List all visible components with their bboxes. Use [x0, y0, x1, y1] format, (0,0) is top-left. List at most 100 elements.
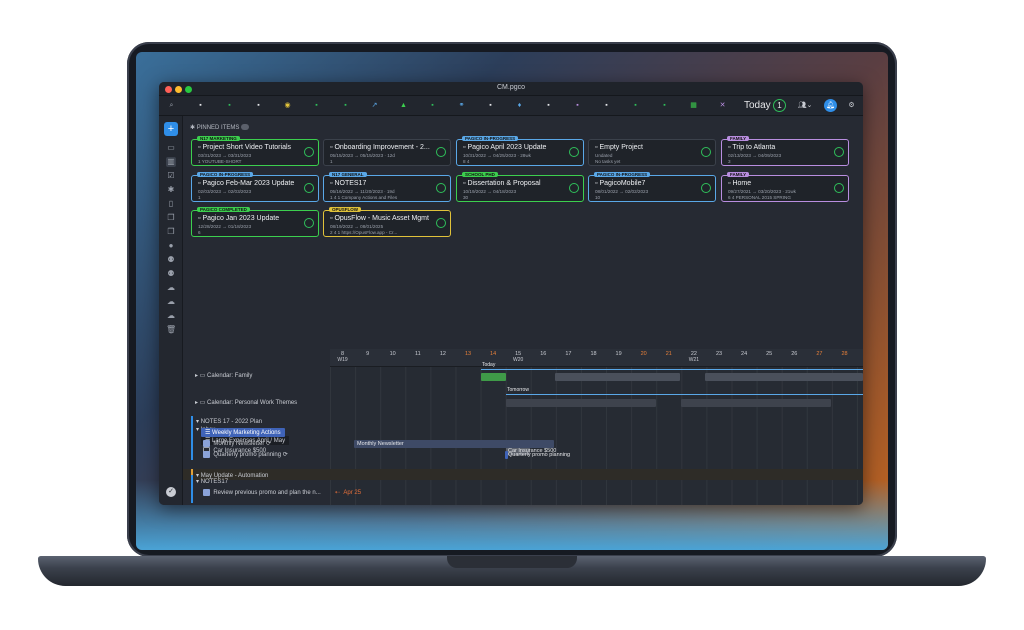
bell-icon[interactable]: 🔔︎: [824, 99, 837, 112]
document-icon[interactable]: ▪: [486, 101, 495, 110]
people-icon[interactable]: 👥︎⌄: [797, 101, 813, 110]
pinned-items-label: ✱ PINNED ITEMS: [190, 124, 250, 131]
inbox-icon[interactable]: ▭: [166, 143, 176, 153]
calendar-day-header[interactable]: 21: [656, 351, 681, 357]
document-icon[interactable]: ▪: [254, 101, 263, 110]
document-icon[interactable]: ▪: [544, 101, 553, 110]
grid-icon[interactable]: ▦: [689, 101, 698, 110]
chart-icon[interactable]: ↗: [370, 101, 379, 110]
event-bar[interactable]: [506, 399, 656, 407]
calendar-day-header[interactable]: 20: [631, 351, 656, 357]
card-dates: 08/19/2022 → 08/01/2025: [330, 224, 384, 229]
green-document-icon[interactable]: ▪: [312, 101, 321, 110]
add-button[interactable]: +: [164, 122, 178, 136]
row-large-expenses[interactable]: ☰ Large Expenses April / May: [201, 436, 290, 445]
green-document-icon[interactable]: ▪: [225, 101, 234, 110]
calendar-day-header[interactable]: 17: [556, 351, 581, 357]
progress-ring-icon: [701, 183, 711, 193]
event-bar[interactable]: [705, 373, 863, 381]
calendar-day-header[interactable]: 16: [531, 351, 556, 357]
person-icon[interactable]: ●: [166, 241, 176, 251]
card-meta: 3: [728, 159, 731, 164]
group-icon[interactable]: ⚉: [166, 269, 176, 279]
green-document-icon[interactable]: ▪: [631, 101, 640, 110]
row-car-insurance[interactable]: Car Insurance $500: [203, 447, 266, 454]
today-button[interactable]: Today: [744, 100, 771, 111]
cloud-icon[interactable]: ☁: [166, 311, 176, 321]
calendar-day-header[interactable]: 22 W21: [681, 351, 706, 363]
calendar-day-header[interactable]: 23: [707, 351, 732, 357]
search-icon[interactable]: ⌕: [167, 101, 176, 110]
toolbar: ⌕ ▪ ▪ ▪ ◉ ▪ ▪ ↗ ▲ ▪ ⚭ ▪ ♦ ▪ ▪ ▪ ▪ ▪ ▦ ✕ …: [159, 96, 863, 116]
gear-icon[interactable]: ⚙: [847, 101, 856, 110]
calendar-day-header[interactable]: 24: [732, 351, 757, 357]
pinned-card[interactable]: FAMILY ▫ Home 09/27/2021 → 03/20/2023 · 21…: [721, 172, 849, 202]
calendar-day-header[interactable]: 26: [782, 351, 807, 357]
window-title: CM.pgco: [496, 84, 525, 91]
calendar-day-header[interactable]: 11: [405, 351, 430, 357]
event-bar[interactable]: [555, 373, 680, 381]
green-document-icon[interactable]: ▪: [660, 101, 669, 110]
pinned-card[interactable]: SCHOOL PHD ▫ Dissertation & Proposal 10/19…: [456, 172, 584, 202]
cloud-icon[interactable]: ☁: [166, 283, 176, 293]
pinned-card[interactable]: ▫ Onboarding Improvement - 2... 05/15/202…: [323, 139, 451, 166]
card-dates: 02/03/2023 → 02/03/2023: [198, 189, 252, 194]
warning-icon[interactable]: ▲: [399, 101, 408, 110]
card-dates: 05/16/2022 → 11/20/2023 · 19d: [330, 189, 395, 194]
progress-ring-icon: [569, 183, 579, 193]
main-area: ✱ PINNED ITEMS N17 MARKETING ▫ Project Sh…: [183, 116, 863, 505]
calendar-day-header[interactable]: 28: [832, 351, 857, 357]
car-insurance-bar-label: Car Insurance $500: [508, 448, 557, 454]
event-bar[interactable]: [481, 373, 506, 381]
calendar-day-header[interactable]: 25: [757, 351, 782, 357]
dashboard-icon[interactable]: ▥: [166, 157, 176, 167]
x-icon[interactable]: ✕: [718, 101, 727, 110]
calendar-day-header[interactable]: 8 W19: [330, 351, 355, 363]
pin-icon[interactable]: ♦: [515, 101, 524, 110]
pinned-card[interactable]: PAGICO COMPLETED ▫ Pagico Jan 2023 Update…: [191, 207, 319, 237]
card-meta: 6 4 PERSONAL 2015 SPRING: [728, 195, 791, 200]
copy-icon[interactable]: ❐: [166, 213, 176, 223]
calendar-day-header[interactable]: 27: [807, 351, 832, 357]
pinned-card[interactable]: N17 GENERAL ▫ NOTES17 05/16/2022 → 11/20/2…: [323, 172, 451, 202]
card-dates: 05/15/2023 → 05/15/2023 · 12d: [330, 153, 395, 158]
row-calendar-family[interactable]: ▸ ▭ Calendar: Family: [195, 372, 252, 379]
document-icon[interactable]: ▪: [196, 101, 205, 110]
copy-icon[interactable]: ❐: [166, 227, 176, 237]
trash-icon[interactable]: 🗑︎: [166, 325, 176, 335]
eye-icon[interactable]: ◉: [283, 101, 292, 110]
green-document-icon[interactable]: ▪: [341, 101, 350, 110]
pinned-card[interactable]: PAGICO IN-PROGRESS ▫ Pagico April 2023 Up…: [456, 136, 584, 166]
check-circle-icon[interactable]: ✓: [166, 487, 176, 497]
pinned-card[interactable]: PAGICO IN-PROGRESS ▫ PagicoMobile7 08/01/2…: [588, 172, 716, 202]
pinned-card[interactable]: PAGICO IN-PROGRESS ▫ Pagico Feb-Mar 2023 …: [191, 172, 319, 202]
pinned-card[interactable]: OPUSFLOW ▫ OpusFlow - Music Asset Mgmt 08/…: [323, 207, 451, 237]
calendar-day-header[interactable]: 13: [456, 351, 481, 357]
card-title: ▫ PagicoMobile7: [595, 180, 646, 187]
row-inbox[interactable]: ▾ Inbox: [196, 426, 215, 433]
row-calendar-personal[interactable]: ▸ ▭ Calendar: Personal Work Themes: [195, 399, 297, 406]
progress-ring-icon: [304, 218, 314, 228]
cloud-icon[interactable]: ☁: [166, 297, 176, 307]
star-icon[interactable]: ✱: [166, 185, 176, 195]
document-icon[interactable]: ▪: [602, 101, 611, 110]
calendar-day-header[interactable]: 14: [481, 351, 506, 357]
group-icon[interactable]: ⚉: [166, 255, 176, 265]
checklist-icon[interactable]: ☑: [166, 171, 176, 181]
pinned-card[interactable]: N17 MARKETING ▫ Project Short Video Tutor…: [191, 136, 319, 166]
pinned-card[interactable]: FAMILY ▫ Trip to Atlanta 02/13/2023 → 04/0…: [721, 136, 849, 166]
calendar-day-header[interactable]: 9: [355, 351, 380, 357]
calendar-day-header[interactable]: 19: [606, 351, 631, 357]
calendar-day-header[interactable]: 18: [581, 351, 606, 357]
calendar-day-header[interactable]: 12: [430, 351, 455, 357]
card-meta: No tasks yet: [595, 159, 621, 164]
link-icon[interactable]: ⚭: [457, 101, 466, 110]
calendar-day-header[interactable]: 15 W20: [506, 351, 531, 363]
pinned-card[interactable]: ▫ Empty Project Undated No tasks yet: [588, 139, 716, 166]
event-bar[interactable]: [681, 399, 831, 407]
green-document-icon[interactable]: ▪: [428, 101, 437, 110]
file-icon[interactable]: ▯: [166, 199, 176, 209]
purple-document-icon[interactable]: ▪: [573, 101, 582, 110]
card-dates: 02/13/2023 → 04/09/2023: [728, 153, 782, 158]
calendar-day-header[interactable]: 10: [380, 351, 405, 357]
